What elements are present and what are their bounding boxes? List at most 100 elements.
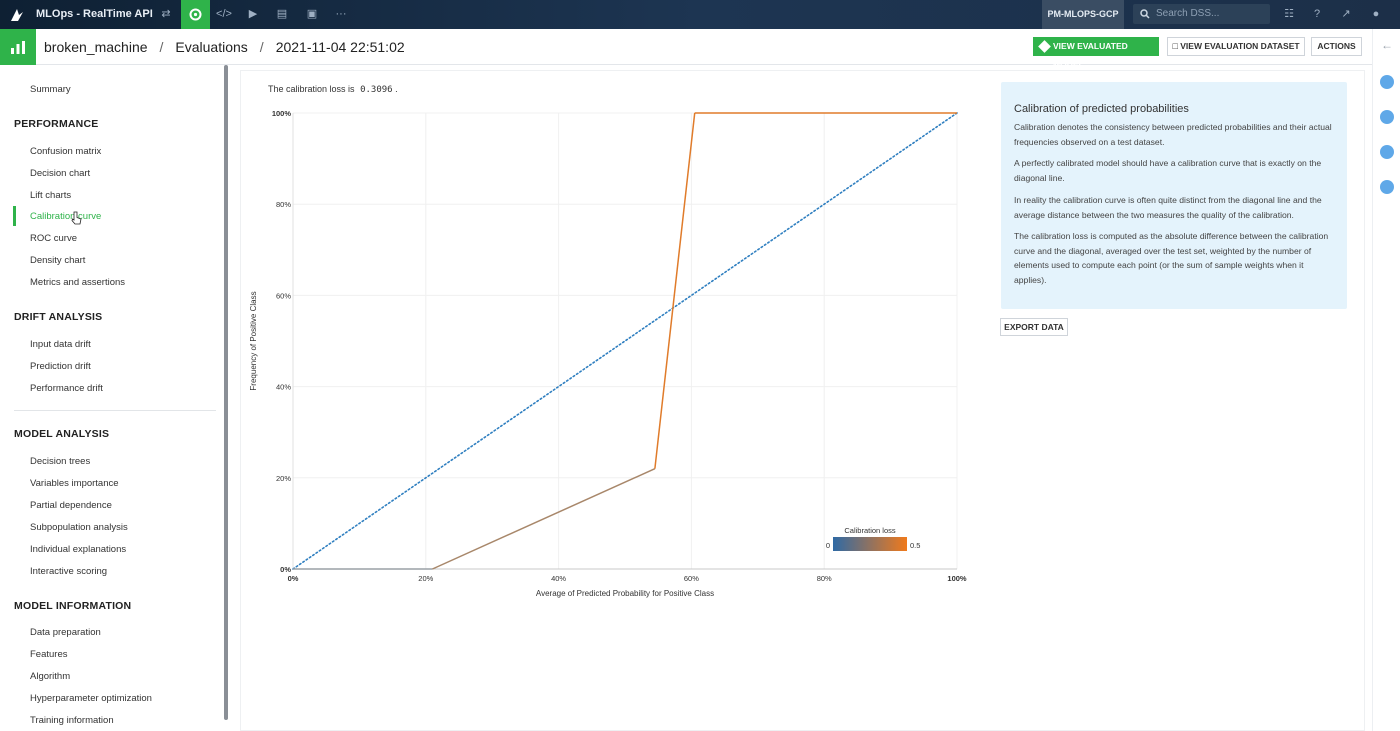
project-title[interactable]: MLOps - RealTime API <box>36 8 153 20</box>
y-tick-label: 20% <box>276 474 291 483</box>
sidebar-scrollbar[interactable] <box>224 65 228 720</box>
sidebar-item-variables-importance[interactable]: Variables importance <box>30 478 119 489</box>
active-item-indicator <box>13 206 16 226</box>
sidebar-item-algorithm[interactable]: Algorithm <box>30 671 70 682</box>
info-title: Calibration of predicted probabilities <box>1014 103 1189 115</box>
info-paragraph-1: Calibration denotes the consistency betw… <box>1014 122 1332 147</box>
sidebar-item-individual-explanations[interactable]: Individual explanations <box>30 544 126 555</box>
x-axis-label: Average of Predicted Probability for Pos… <box>536 589 714 598</box>
sidebar-item-subpopulation-analysis[interactable]: Subpopulation analysis <box>30 522 128 533</box>
x-tick-label: 60% <box>684 574 699 583</box>
user-avatar-icon[interactable]: ● <box>1366 5 1386 23</box>
apps-grid-icon[interactable]: ☷ <box>1279 5 1299 23</box>
dashboard-icon[interactable]: ▣ <box>302 5 322 23</box>
y-tick-label: 60% <box>276 291 291 300</box>
y-axis-label: Frequency of Positive Class <box>249 291 258 390</box>
top-navbar: MLOps - RealTime API ⇄ </> ▶ ▤ ▣ ··· PM-… <box>0 0 1400 29</box>
y-tick-label: 40% <box>276 383 291 392</box>
view-evaluated-model-button[interactable]: VIEW EVALUATED MODEL <box>1033 37 1159 70</box>
calibration-curve-chart: 0%0% 20% 20% 40% 40% 60% 60% 80% 80% 100% 100% Aver… <box>249 109 967 598</box>
x-tick-label: 0% <box>288 574 299 583</box>
legend-gradient-bar <box>833 537 907 551</box>
x-tick-label: 100% <box>947 574 967 583</box>
y-tick-label: 80% <box>276 200 291 209</box>
view-evaluation-dataset-button[interactable]: □ VIEW EVALUATION DATASET <box>1167 37 1305 56</box>
activity-icon[interactable]: ↗ <box>1336 5 1356 23</box>
sidebar-item-metrics-assertions[interactable]: Metrics and assertions <box>30 277 125 288</box>
calibration-loss-suffix: . <box>395 84 398 94</box>
model-evaluation-store-icon[interactable] <box>0 29 36 65</box>
timeline-icon[interactable] <box>1380 180 1394 194</box>
info-paragraph-4: The calibration loss is computed as the … <box>1014 231 1329 285</box>
dataiku-bird-logo[interactable] <box>8 6 26 24</box>
sidebar-item-decision-chart[interactable]: Decision chart <box>30 168 90 179</box>
y-tick-label: 0% <box>280 565 291 574</box>
collapse-arrow-icon[interactable]: ← <box>1381 38 1393 52</box>
mouse-pointer-icon <box>71 211 82 225</box>
breadcrumb-model[interactable]: broken_machine <box>44 39 148 55</box>
sidebar-item-partial-dependence[interactable]: Partial dependence <box>30 500 112 511</box>
breadcrumb-evaluation-date: 2021-11-04 22:51:02 <box>275 39 405 55</box>
sidebar-item-prediction-drift[interactable]: Prediction drift <box>30 361 91 372</box>
more-icon[interactable]: ··· <box>331 5 351 23</box>
search-icon <box>1140 9 1150 19</box>
info-icon[interactable] <box>1380 110 1394 124</box>
sidebar-item-summary[interactable]: Summary <box>30 84 71 95</box>
sidebar-section-model-information: MODEL INFORMATION <box>14 600 132 612</box>
breadcrumb: broken_machine / Evaluations / 2021-11-04 22… <box>44 39 405 55</box>
calibration-loss-text: The calibration loss is 0.3096 . <box>268 84 398 95</box>
add-icon[interactable] <box>1380 75 1394 89</box>
breadcrumb-separator: / <box>159 39 164 55</box>
export-data-button[interactable]: EXPORT DATA <box>1000 318 1068 336</box>
sidebar-item-roc-curve[interactable]: ROC curve <box>30 233 77 244</box>
sidebar-divider <box>14 410 216 411</box>
flow-icon[interactable]: ⇄ <box>156 5 176 23</box>
calibration-info-box: Calibration of predicted probabilities C… <box>1001 82 1347 309</box>
sidebar-item-lift-charts[interactable]: Lift charts <box>30 190 71 201</box>
sidebar-item-data-preparation[interactable]: Data preparation <box>30 627 101 638</box>
view-evaluated-model-label: VIEW EVALUATED MODEL <box>1053 41 1128 70</box>
sidebar-item-decision-trees[interactable]: Decision trees <box>30 456 90 467</box>
sidebar-item-input-data-drift[interactable]: Input data drift <box>30 339 91 350</box>
sidebar-item-density-chart[interactable]: Density chart <box>30 255 85 266</box>
actions-label: ACTIONS <box>1317 41 1356 51</box>
search-input[interactable]: Search DSS... <box>1133 4 1270 24</box>
sidebar-section-performance: PERFORMANCE <box>14 118 99 130</box>
sidebar-item-confusion-matrix[interactable]: Confusion matrix <box>30 146 101 157</box>
code-icon[interactable]: </> <box>214 5 234 23</box>
legend-min-label: 0 <box>826 541 830 550</box>
sidebar-item-training-information[interactable]: Training information <box>30 715 114 726</box>
lab-icon-button[interactable] <box>181 0 210 29</box>
breadcrumb-evaluations[interactable]: Evaluations <box>175 39 247 55</box>
breadcrumb-separator: / <box>259 39 264 55</box>
discussion-icon[interactable] <box>1380 145 1394 159</box>
legend-title: Calibration loss <box>844 526 896 535</box>
search-placeholder: Search DSS... <box>1156 8 1220 19</box>
lab-icon <box>189 8 202 21</box>
actions-button[interactable]: ACTIONS <box>1311 37 1362 56</box>
legend-max-label: 0.5 <box>910 541 920 550</box>
calibration-loss-value: 0.3096 <box>360 85 393 95</box>
calibration-loss-prefix: The calibration loss is <box>268 84 355 94</box>
y-tick-label: 100% <box>272 109 292 118</box>
sidebar-item-calibration-curve[interactable]: Calibration curve <box>30 211 101 222</box>
diamond-icon <box>1038 40 1051 53</box>
dataset-icon: □ <box>1172 41 1178 51</box>
info-paragraph-3: In reality the calibration curve is ofte… <box>1014 195 1322 220</box>
sidebar-item-interactive-scoring[interactable]: Interactive scoring <box>30 566 107 577</box>
run-icon[interactable]: ▶ <box>243 5 263 23</box>
sidebar-item-performance-drift[interactable]: Performance drift <box>30 383 103 394</box>
sidebar-item-features[interactable]: Features <box>30 649 68 660</box>
diagonal-reference-line <box>292 112 958 570</box>
deploy-icon[interactable]: ▤ <box>272 5 292 23</box>
calibration-curve-segment <box>654 112 696 469</box>
sidebar-section-model-analysis: MODEL ANALYSIS <box>14 428 110 440</box>
right-panel-rail: ← <box>1372 29 1400 731</box>
project-key-chip[interactable]: PM-MLOPS-GCP <box>1042 0 1124 29</box>
x-tick-label: 80% <box>817 574 832 583</box>
x-tick-label: 20% <box>418 574 433 583</box>
sidebar-section-drift-analysis: DRIFT ANALYSIS <box>14 311 103 323</box>
view-evaluation-dataset-label: VIEW EVALUATION DATASET <box>1180 41 1300 51</box>
sidebar-item-hyperparameter-optimization[interactable]: Hyperparameter optimization <box>30 693 152 704</box>
help-icon[interactable]: ? <box>1307 5 1327 23</box>
